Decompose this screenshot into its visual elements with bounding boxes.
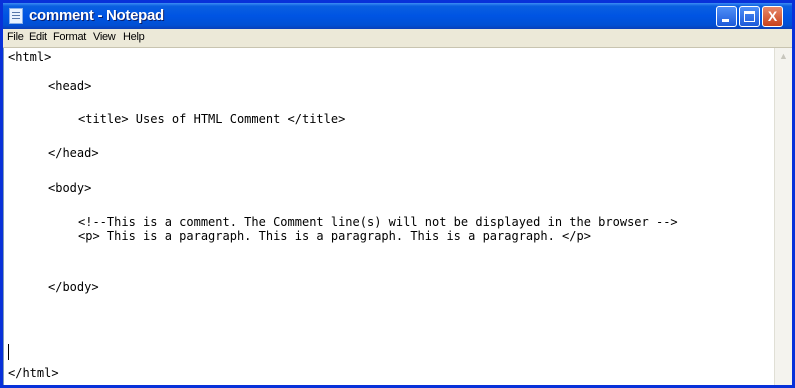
menu-edit[interactable]: Edit	[29, 31, 47, 43]
code-line: </body>	[48, 280, 99, 294]
code-line: </head>	[48, 146, 99, 160]
scroll-up-arrow-icon[interactable]: ▲	[775, 48, 792, 65]
code-line: <body>	[48, 181, 92, 195]
vertical-scrollbar[interactable]: ▲	[774, 48, 792, 385]
maximize-icon	[744, 11, 755, 22]
window-title: comment - Notepad	[29, 7, 164, 24]
menu-bar: File Edit Format View Help	[3, 29, 792, 48]
minimize-icon	[722, 19, 729, 22]
menu-file[interactable]: File	[7, 31, 24, 43]
menu-help[interactable]: Help	[123, 31, 145, 43]
code-line: <head>	[48, 79, 92, 93]
close-icon: X	[767, 8, 778, 24]
title-bar[interactable]: comment - Notepad X	[3, 3, 792, 29]
maximize-button[interactable]	[739, 6, 760, 27]
code-line: <p> This is a paragraph. This is a parag…	[78, 229, 591, 243]
code-line: </html>	[8, 366, 59, 380]
menu-view[interactable]: View	[93, 31, 116, 43]
text-caret	[8, 344, 9, 360]
text-editor[interactable]: <html> <head> <title> Uses of HTML Comme…	[3, 48, 774, 385]
notepad-icon[interactable]	[9, 8, 23, 24]
code-line: <title> Uses of HTML Comment </title>	[78, 112, 346, 126]
menu-format[interactable]: Format	[53, 31, 86, 43]
code-line: <html>	[8, 50, 52, 64]
minimize-button[interactable]	[716, 6, 737, 27]
code-line: <!--This is a comment. The Comment line(…	[78, 215, 678, 229]
close-button[interactable]: X	[762, 6, 783, 27]
notepad-window: comment - Notepad X File Edit Format Vie…	[0, 0, 795, 388]
